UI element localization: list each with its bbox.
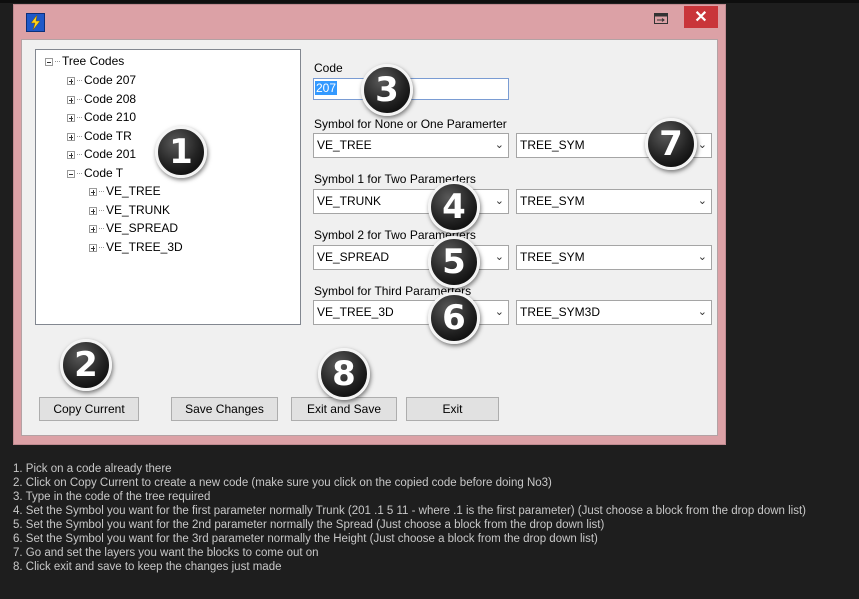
combo-value: TREE_SYM [520,194,585,208]
step-badge-6: 6 [428,292,480,344]
chevron-down-icon: ⌄ [697,251,707,263]
symbol-right-combo[interactable]: TREE_SYM ⌄ [516,189,712,214]
expand-icon[interactable] [67,95,75,104]
lightning-icon [26,13,45,32]
tree-item-label: VE_TRUNK [106,203,171,217]
combo-value: VE_SPREAD [317,250,390,264]
code-value: 207 [315,81,338,95]
tree-item-label: Code 208 [84,92,137,106]
collapse-icon[interactable] [45,57,53,66]
copy-current-button[interactable]: Copy Current [39,397,139,421]
expand-icon[interactable] [89,187,97,196]
chevron-down-icon: ⌄ [697,195,707,207]
tree-item-label: VE_TREE [106,184,161,198]
instructions-list: 1. Pick on a code already there 2. Click… [13,462,853,574]
chevron-down-icon: ⌄ [697,306,707,318]
close-icon: ✕ [694,9,708,26]
expand-icon[interactable] [67,150,75,159]
symbol-label: Symbol for None or One Paramerter [314,117,507,131]
instruction-line: 1. Pick on a code already there [13,463,172,475]
close-button[interactable]: ✕ [684,6,718,28]
tree-item[interactable]: Code 208 [67,91,136,107]
step-badge-4: 4 [428,181,480,233]
instruction-line: 4. Set the Symbol you want for the first… [13,505,806,517]
combo-value: TREE_SYM [520,138,585,152]
step-badge-5: 5 [428,236,480,288]
tree-view[interactable]: Tree Codes Code 207 Code 208 Code 210 Co… [35,49,301,325]
code-label: Code [314,61,343,75]
tree-item-label: Code 201 [84,147,137,161]
combo-value: TREE_SYM [520,250,585,264]
instruction-line: 6. Set the Symbol you want for the 3rd p… [13,533,598,545]
instruction-line: 5. Set the Symbol you want for the 2nd p… [13,519,605,531]
instruction-line: 7. Go and set the layers you want the bl… [13,547,319,559]
exit-button[interactable]: Exit [406,397,499,421]
expand-icon[interactable] [89,224,97,233]
step-badge-1: 1 [155,126,207,178]
instruction-line: 2. Click on Copy Current to create a new… [13,477,552,489]
tree-root-label: Tree Codes [62,54,125,68]
instruction-line: 3. Type in the code of the tree required [13,491,211,503]
tree-item[interactable]: Code TR [67,128,132,144]
expand-icon[interactable] [67,113,75,122]
tree-item[interactable]: Code 207 [67,72,136,88]
expand-icon[interactable] [89,206,97,215]
chevron-down-icon: ⌄ [697,139,707,151]
combo-value: TREE_SYM3D [520,305,601,319]
restore-icon[interactable] [647,8,675,28]
tree-root[interactable]: Tree Codes [45,53,124,69]
tree-child-item[interactable]: VE_TREE_3D [89,239,183,255]
symbol-right-combo[interactable]: TREE_SYM ⌄ [516,245,712,270]
exit-and-save-button[interactable]: Exit and Save [291,397,397,421]
symbol-left-combo[interactable]: VE_TREE ⌄ [313,133,509,158]
expand-icon[interactable] [89,243,97,252]
tree-child-item[interactable]: VE_TREE [89,183,161,199]
top-strip [0,0,859,3]
tree-child-item[interactable]: VE_SPREAD [89,220,178,236]
step-badge-7: 7 [645,118,697,170]
expand-icon[interactable] [67,132,75,141]
tree-item-label: VE_TREE_3D [106,240,183,254]
chevron-down-icon: ⌄ [494,306,504,318]
tree-item[interactable]: Code 210 [67,109,136,125]
tree-item-label: Code 207 [84,73,137,87]
tree-item-label: Code TR [84,129,132,143]
symbol-right-combo[interactable]: TREE_SYM3D ⌄ [516,300,712,325]
combo-value: VE_TREE [317,138,372,152]
tree-item-label: Code T [84,166,124,180]
tree-item-label: Code 210 [84,110,137,124]
tree-item[interactable]: Code T [67,165,123,181]
instruction-line: 8. Click exit and save to keep the chang… [13,561,282,573]
tree-item-label: VE_SPREAD [106,221,179,235]
chevron-down-icon: ⌄ [494,139,504,151]
chevron-down-icon: ⌄ [494,251,504,263]
save-changes-button[interactable]: Save Changes [171,397,278,421]
collapse-icon[interactable] [67,169,75,178]
tree-item[interactable]: Code 201 [67,146,136,162]
tree-child-item[interactable]: VE_TRUNK [89,202,170,218]
expand-icon[interactable] [67,76,75,85]
step-badge-2: 2 [60,339,112,391]
step-badge-3: 3 [361,64,413,116]
combo-value: VE_TREE_3D [317,305,394,319]
step-badge-8: 8 [318,348,370,400]
combo-value: VE_TRUNK [317,194,382,208]
chevron-down-icon: ⌄ [494,195,504,207]
